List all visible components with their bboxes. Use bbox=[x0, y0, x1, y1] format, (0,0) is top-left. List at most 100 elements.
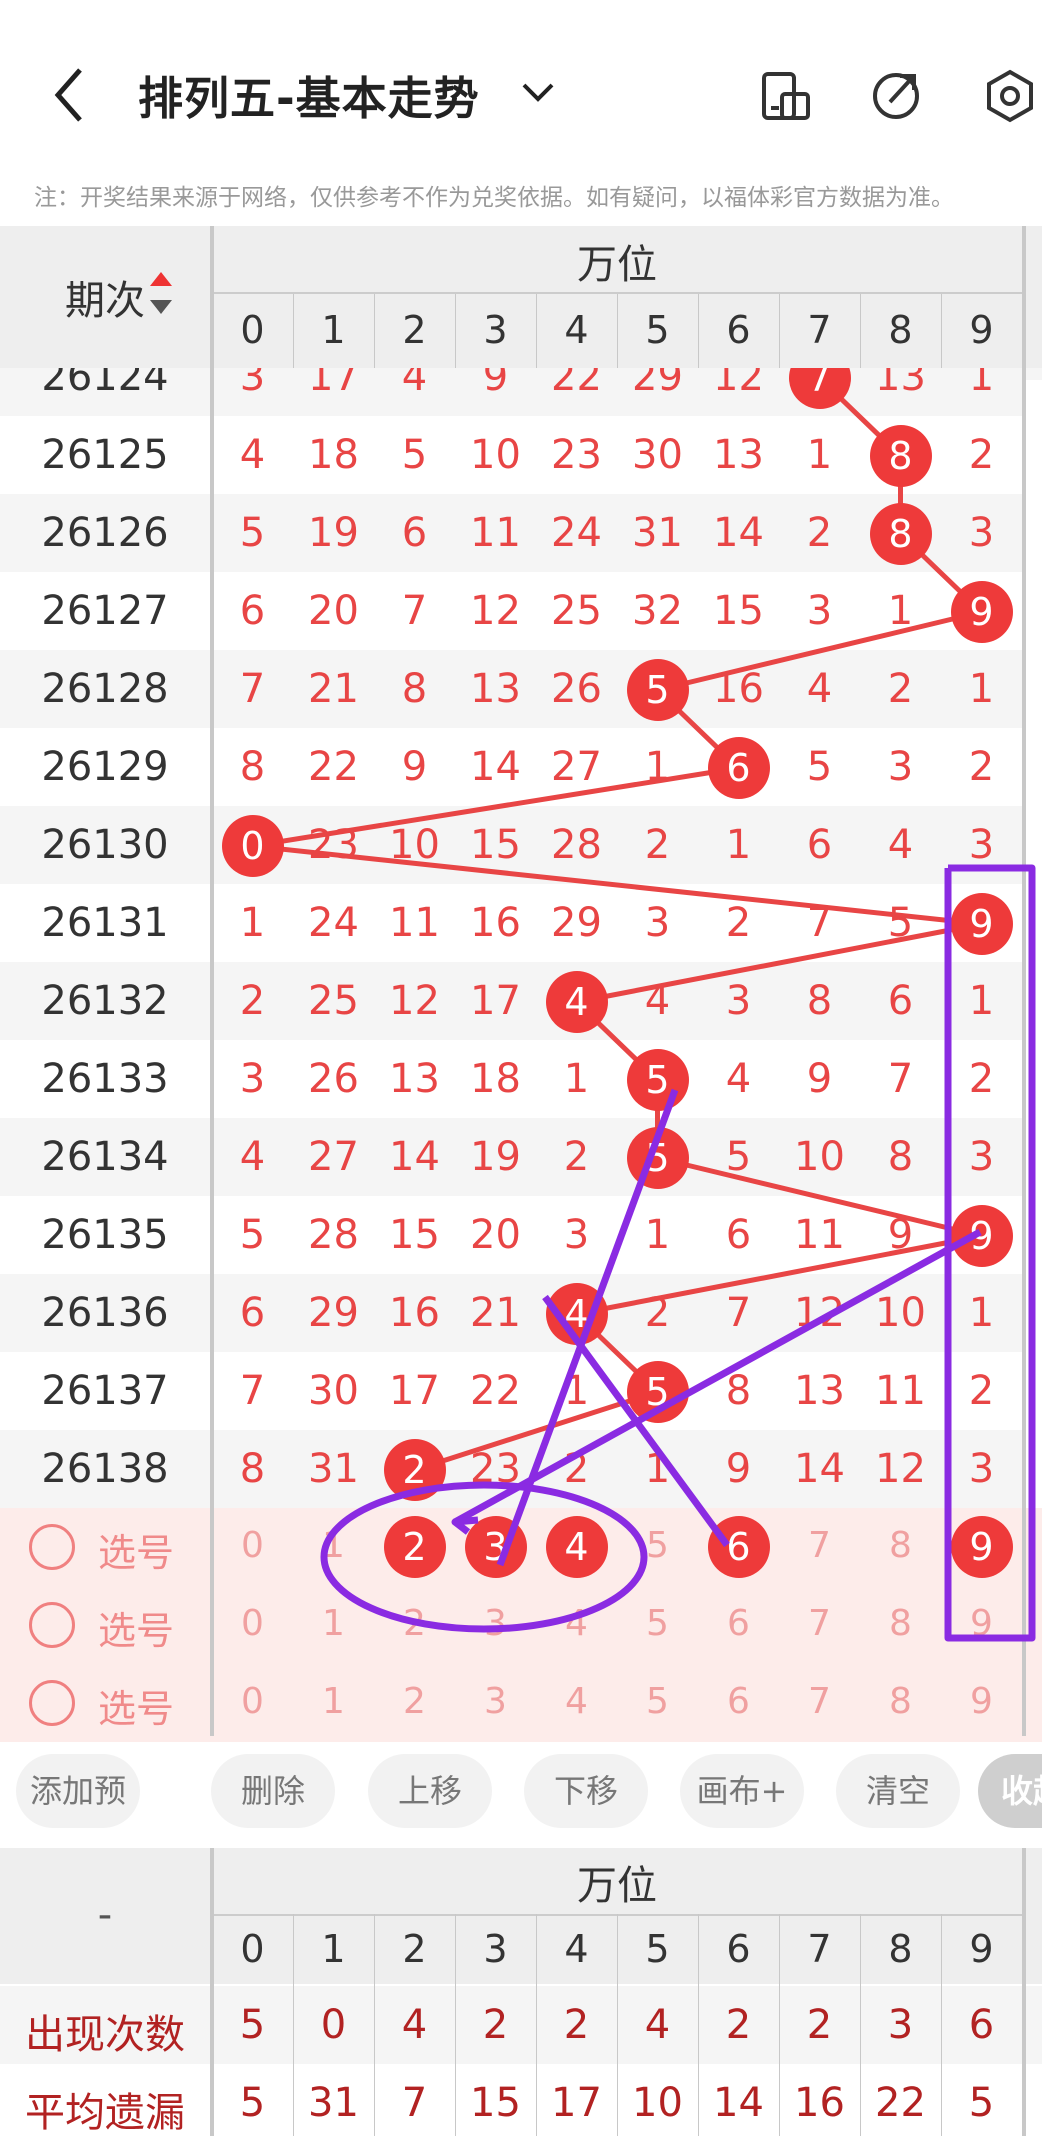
omission-value: 12 bbox=[389, 978, 440, 1024]
omission-value: 2 bbox=[968, 1368, 995, 1414]
select-digit[interactable]: 6 bbox=[698, 1681, 779, 1722]
select-digit[interactable]: 5 bbox=[617, 1525, 698, 1566]
select-digit[interactable]: 7 bbox=[779, 1681, 860, 1722]
omission-value: 6 bbox=[725, 1212, 752, 1258]
picked-ball[interactable]: 2 bbox=[383, 1516, 446, 1578]
omission-value: 24 bbox=[551, 510, 602, 556]
omission-value: 5 bbox=[806, 744, 833, 790]
stats-digit-header: 6 bbox=[726, 1927, 751, 1971]
chevron-down-icon[interactable] bbox=[520, 75, 556, 111]
omission-value: 8 bbox=[401, 666, 428, 712]
stats-value: 22 bbox=[875, 2080, 926, 2126]
digit-header-7: 7 bbox=[807, 308, 832, 352]
select-digit[interactable]: 3 bbox=[455, 1681, 536, 1722]
select-digit[interactable]: 4 bbox=[536, 1681, 617, 1722]
select-digit[interactable]: 4 bbox=[536, 1603, 617, 1644]
select-label[interactable]: 选号 bbox=[98, 1600, 174, 1655]
select-digit[interactable]: 1 bbox=[293, 1525, 374, 1566]
omission-value: 8 bbox=[887, 1134, 914, 1180]
select-digit[interactable]: 0 bbox=[212, 1681, 293, 1722]
omission-value: 1 bbox=[239, 900, 266, 946]
picked-ball[interactable]: 3 bbox=[464, 1516, 527, 1578]
omission-value: 12 bbox=[875, 1446, 926, 1492]
stats-digit-separator bbox=[698, 1914, 699, 2136]
select-radio[interactable] bbox=[29, 1602, 75, 1648]
select-digit[interactable]: 5 bbox=[617, 1603, 698, 1644]
omission-value: 19 bbox=[470, 1134, 521, 1180]
digit-header-4: 4 bbox=[564, 308, 589, 352]
select-label[interactable]: 选号 bbox=[98, 1678, 174, 1733]
action-button[interactable]: 添加预选 bbox=[16, 1754, 140, 1884]
select-digit[interactable]: 5 bbox=[617, 1681, 698, 1722]
stats-value: 2 bbox=[563, 2002, 590, 2048]
stats-value: 0 bbox=[320, 2002, 347, 2048]
select-digit[interactable]: 1 bbox=[293, 1603, 374, 1644]
hit-ball: 4 bbox=[545, 1283, 608, 1345]
omission-value: 8 bbox=[725, 1368, 752, 1414]
page-title[interactable]: 排列五-基本走势 bbox=[138, 62, 480, 127]
select-digit[interactable]: 3 bbox=[455, 1603, 536, 1644]
stats-value: 4 bbox=[644, 2002, 671, 2048]
action-button[interactable]: 清空 bbox=[836, 1754, 960, 1828]
action-button[interactable]: 下移 bbox=[524, 1754, 648, 1828]
select-label[interactable]: 选号 bbox=[98, 1522, 174, 1577]
select-digit[interactable]: 7 bbox=[779, 1525, 860, 1566]
hit-ball: 9 bbox=[950, 581, 1013, 643]
omission-value: 11 bbox=[794, 1212, 845, 1258]
omission-value: 6 bbox=[239, 588, 266, 634]
stats-value: 4 bbox=[401, 2002, 428, 2048]
back-arrow-icon[interactable] bbox=[50, 65, 90, 125]
select-digit[interactable]: 7 bbox=[779, 1603, 860, 1644]
omission-value: 1 bbox=[563, 1056, 590, 1102]
select-digit[interactable]: 2 bbox=[374, 1603, 455, 1644]
select-digit[interactable]: 8 bbox=[860, 1603, 941, 1644]
omission-value: 11 bbox=[875, 1368, 926, 1414]
select-radio[interactable] bbox=[29, 1680, 75, 1726]
action-button[interactable]: 上移 bbox=[368, 1754, 492, 1828]
omission-value: 12 bbox=[794, 1290, 845, 1336]
picked-ball[interactable]: 4 bbox=[545, 1516, 608, 1578]
omission-value: 8 bbox=[806, 978, 833, 1024]
stats-value: 6 bbox=[968, 2002, 995, 2048]
omission-value: 3 bbox=[806, 588, 833, 634]
omission-value: 23 bbox=[470, 1446, 521, 1492]
select-digit[interactable]: 8 bbox=[860, 1681, 941, 1722]
select-digit[interactable]: 9 bbox=[941, 1681, 1022, 1722]
share-icon[interactable] bbox=[868, 68, 924, 124]
select-digit[interactable]: 9 bbox=[941, 1603, 1022, 1644]
select-digit[interactable]: 0 bbox=[212, 1603, 293, 1644]
stats-value: 3 bbox=[887, 2002, 914, 2048]
stats-value: 5 bbox=[968, 2080, 995, 2126]
select-digit[interactable]: 0 bbox=[212, 1525, 293, 1566]
digit-separator bbox=[698, 294, 699, 368]
layout-icon[interactable] bbox=[758, 68, 814, 124]
action-button[interactable]: 画布+ bbox=[680, 1754, 804, 1828]
omission-value: 13 bbox=[470, 666, 521, 712]
omission-value: 20 bbox=[308, 588, 359, 634]
omission-value: 7 bbox=[239, 666, 266, 712]
period-number: 26132 bbox=[41, 978, 169, 1024]
period-number: 26128 bbox=[41, 666, 169, 712]
omission-value: 24 bbox=[308, 900, 359, 946]
omission-value: 6 bbox=[806, 822, 833, 868]
select-digit[interactable]: 8 bbox=[860, 1525, 941, 1566]
settings-icon[interactable] bbox=[982, 68, 1038, 124]
action-button[interactable]: 删除 bbox=[211, 1754, 335, 1828]
omission-value: 26 bbox=[308, 1056, 359, 1102]
omission-value: 19 bbox=[308, 510, 359, 556]
picked-ball[interactable]: 9 bbox=[950, 1516, 1013, 1578]
action-button[interactable]: 收起 bbox=[978, 1754, 1042, 1828]
sort-up-icon[interactable] bbox=[150, 272, 172, 286]
omission-value: 9 bbox=[806, 1056, 833, 1102]
omission-value: 7 bbox=[401, 588, 428, 634]
omission-value: 8 bbox=[239, 1446, 266, 1492]
select-radio[interactable] bbox=[29, 1524, 75, 1570]
omission-value: 4 bbox=[239, 1134, 266, 1180]
select-digit[interactable]: 6 bbox=[698, 1603, 779, 1644]
picked-ball[interactable]: 6 bbox=[707, 1516, 770, 1578]
select-digit[interactable]: 1 bbox=[293, 1681, 374, 1722]
hit-ball: 6 bbox=[707, 737, 770, 799]
omission-value: 4 bbox=[725, 1056, 752, 1102]
select-digit[interactable]: 2 bbox=[374, 1681, 455, 1722]
omission-value: 5 bbox=[239, 1212, 266, 1258]
